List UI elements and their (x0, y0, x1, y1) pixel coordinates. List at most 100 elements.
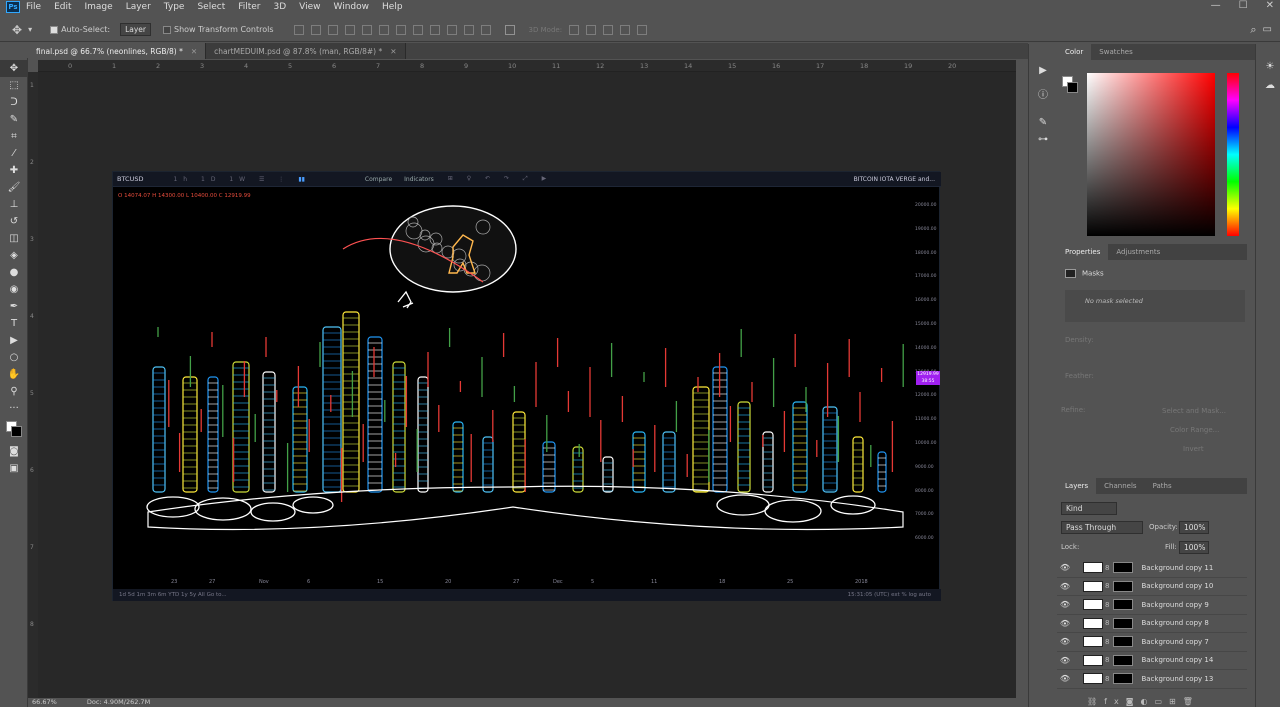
quick-select-tool-icon[interactable]: ✎ (0, 111, 28, 128)
tab-swatches[interactable]: Swatches (1091, 44, 1140, 60)
eye-icon[interactable]: 👁 (1057, 619, 1073, 628)
tab-paths[interactable]: Paths (1145, 478, 1180, 494)
layer-row[interactable]: 👁 8 Background copy 14 (1057, 652, 1247, 670)
brush-tool-icon[interactable]: 🖌 (0, 179, 28, 196)
fx-icon[interactable]: fx (1104, 697, 1126, 706)
chart-scale-options[interactable]: 15:31:05 (UTC) ext % log auto (848, 592, 931, 598)
menu-edit[interactable]: Edit (54, 2, 71, 12)
dodge-tool-icon[interactable]: ◉ (0, 281, 28, 298)
3d-roll-icon[interactable] (586, 24, 597, 35)
menu-select[interactable]: Select (197, 2, 225, 12)
layer-filter-kind[interactable]: Kind (1061, 502, 1117, 515)
invert-button[interactable]: Invert (1183, 445, 1204, 453)
learn-icon[interactable]: ☀ (1256, 58, 1280, 75)
3d-slide-icon[interactable] (620, 24, 631, 35)
distribute-vcenter-icon[interactable] (412, 24, 423, 35)
distribute-left-icon[interactable] (446, 24, 457, 35)
opacity-field[interactable]: 100% (1179, 521, 1209, 534)
menu-window[interactable]: Window (334, 2, 370, 12)
more-tools-icon[interactable]: ··· (0, 400, 28, 417)
auto-align-icon[interactable] (504, 24, 515, 35)
candle-style-icon[interactable]: ▮▮ (298, 176, 305, 183)
lasso-tool-icon[interactable]: ᑐ (0, 94, 28, 111)
menu-filter[interactable]: Filter (238, 2, 260, 12)
menu-help[interactable]: Help (382, 2, 403, 12)
compare-button[interactable]: Compare (365, 176, 392, 183)
search-icon[interactable]: ⌕ (1250, 23, 1256, 37)
color-picker-field[interactable] (1087, 73, 1215, 236)
menu-image[interactable]: Image (85, 2, 113, 12)
tab-channels[interactable]: Channels (1096, 478, 1144, 494)
clone-stamp-icon[interactable]: ⊥ (0, 196, 28, 213)
pen-tool-icon[interactable]: ✒ (0, 298, 28, 315)
3d-rotate-icon[interactable] (569, 24, 580, 35)
close-icon[interactable]: ✕ (1266, 0, 1274, 11)
healing-brush-icon[interactable]: ✚ (0, 162, 28, 179)
eye-icon[interactable]: 👁 (1057, 582, 1073, 591)
blend-mode-dropdown[interactable]: Pass Through (1061, 521, 1143, 534)
distribute-top-icon[interactable] (395, 24, 406, 35)
type-tool-icon[interactable]: T (0, 315, 28, 332)
delete-layer-icon[interactable]: 🗑 (1183, 697, 1200, 706)
tab-chartmeduim-psd[interactable]: chartMEDUIM.psd @ 87.8% (man, RGB/8#) * ✕ (206, 43, 406, 59)
show-transform-checkbox[interactable] (162, 25, 171, 34)
move-tool-icon[interactable]: ✥ (0, 60, 28, 77)
eye-icon[interactable]: 👁 (1057, 637, 1073, 646)
eye-icon[interactable]: 👁 (1057, 563, 1073, 572)
3d-pan-icon[interactable] (603, 24, 614, 35)
distribute-right-icon[interactable] (480, 24, 491, 35)
blur-tool-icon[interactable]: ● (0, 264, 28, 281)
marquee-tool-icon[interactable]: ⬚ (0, 77, 28, 94)
adjust-brush-icon[interactable]: ⊶ (1029, 131, 1057, 148)
eye-icon[interactable]: 👁 (1057, 656, 1073, 665)
align-left-icon[interactable] (344, 24, 355, 35)
tab-color[interactable]: Color (1057, 44, 1092, 60)
layer-row[interactable]: 👁 8 Background copy 10 (1057, 578, 1247, 596)
close-tab-icon[interactable]: ✕ (191, 47, 197, 56)
document-image[interactable]: BTCUSD 1h 1D 1W ☰ ⋮ ▮▮ Compare Indicator… (112, 171, 941, 601)
history-brush-icon[interactable]: ↺ (0, 213, 28, 230)
background-color-swatch[interactable] (1067, 82, 1078, 93)
history-icon[interactable]: ▶ (1029, 62, 1057, 79)
color-swatches-icon[interactable] (0, 417, 28, 443)
chart-symbol[interactable]: BTCUSD (117, 175, 143, 183)
eye-icon[interactable]: 👁 (1057, 674, 1073, 683)
close-tab-icon[interactable]: ✕ (390, 47, 396, 56)
align-bottom-icon[interactable] (327, 24, 338, 35)
shape-tool-icon[interactable]: ○ (0, 349, 28, 366)
menu-type[interactable]: Type (164, 2, 185, 12)
path-select-icon[interactable]: ▶ (0, 332, 28, 349)
screen-mode-icon[interactable]: ▣ (0, 460, 28, 477)
eyedropper-tool-icon[interactable]: ⁄ (0, 145, 28, 162)
info-icon[interactable]: ⓘ (1029, 85, 1057, 102)
workspace-icon[interactable]: ▭ (1263, 24, 1272, 35)
tab-final-psd[interactable]: final.psd @ 66.7% (neonlines, RGB/8) * ✕ (28, 43, 207, 59)
menu-3d[interactable]: 3D (274, 2, 287, 12)
tab-properties[interactable]: Properties (1057, 244, 1109, 260)
range-buttons[interactable]: 1d 5d 1m 3m 6m YTD 1y 5y All Go to... (119, 592, 227, 598)
auto-select-dropdown[interactable]: Layer (120, 23, 151, 36)
align-vcenter-icon[interactable] (310, 24, 321, 35)
zoom-level[interactable]: 66.67% (32, 698, 57, 706)
indicators-button[interactable]: Indicators (404, 176, 434, 183)
adjustment-layer-icon[interactable]: ◐ (1140, 697, 1154, 706)
tool-preset-dropdown[interactable]: ▾ (28, 25, 32, 34)
hand-tool-icon[interactable]: ✋ (0, 366, 28, 383)
layer-row[interactable]: 👁 8 Background copy 13 (1057, 670, 1247, 689)
add-mask-icon[interactable]: ◙ (1126, 697, 1141, 706)
align-right-icon[interactable] (378, 24, 389, 35)
auto-select-checkbox[interactable] (50, 25, 59, 34)
move-tool-icon[interactable]: ✥ (12, 23, 22, 37)
minimize-icon[interactable]: — (1211, 0, 1221, 11)
layer-row[interactable]: 👁 8 Background copy 9 (1057, 596, 1247, 615)
menu-view[interactable]: View (299, 2, 320, 12)
layer-row[interactable]: 👁 8 Background copy 7 (1057, 633, 1247, 652)
new-layer-icon[interactable]: ⊞ (1169, 697, 1183, 706)
layer-row[interactable]: 👁 8 Background copy 11 (1057, 559, 1247, 578)
maximize-icon[interactable]: ☐ (1239, 0, 1248, 11)
tab-adjustments[interactable]: Adjustments (1108, 244, 1168, 260)
eye-icon[interactable]: 👁 (1057, 600, 1073, 609)
color-range-button[interactable]: Color Range... (1170, 426, 1219, 434)
menu-layer[interactable]: Layer (126, 2, 151, 12)
crop-tool-icon[interactable]: ⌗ (0, 128, 28, 145)
